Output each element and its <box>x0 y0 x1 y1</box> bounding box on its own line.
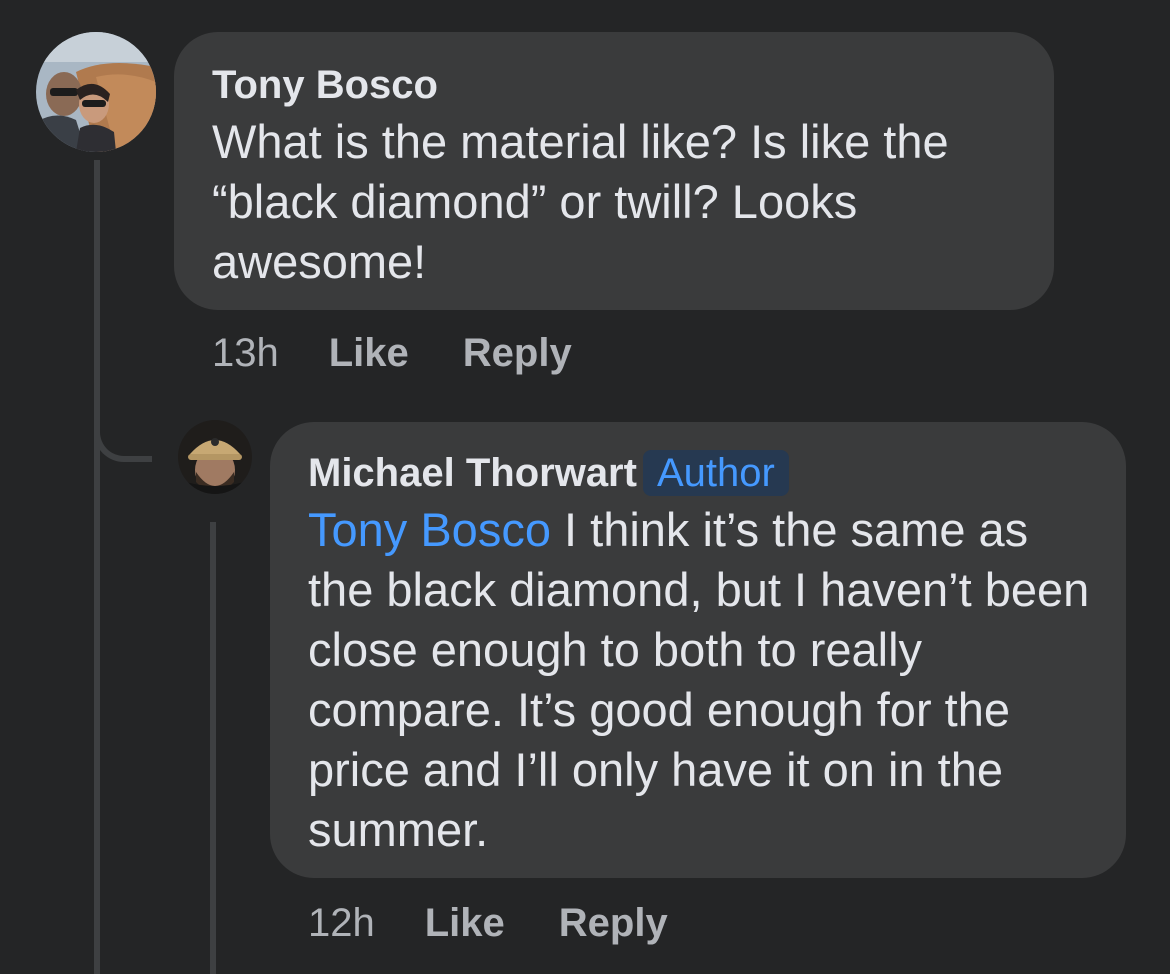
thread-connector-line <box>94 160 100 974</box>
reply-actions: 12h Like Reply <box>308 898 722 948</box>
reply-timestamp[interactable]: 12h <box>308 898 375 948</box>
reply-text-block: Tony Bosco I think it’s the same as the … <box>308 500 1096 860</box>
like-button[interactable]: Like <box>425 898 505 948</box>
avatar-photo-icon <box>178 420 252 494</box>
like-button[interactable]: Like <box>329 328 409 378</box>
comment-actions: 13h Like Reply <box>212 328 626 378</box>
reply-thread-connector-line <box>210 522 216 974</box>
reply-author-line: Michael Thorwart Author <box>308 448 1096 498</box>
comment-bubble: Tony Bosco What is the material like? Is… <box>174 32 1054 310</box>
reply-button[interactable]: Reply <box>463 328 572 378</box>
thread-connector-elbow <box>94 400 152 462</box>
reply-bubble: Michael Thorwart Author Tony Bosco I thin… <box>270 422 1126 878</box>
author-badge: Author <box>642 450 789 496</box>
comment-author-name[interactable]: Tony Bosco <box>212 60 1018 110</box>
mention-link[interactable]: Tony Bosco <box>308 503 551 556</box>
avatar-michael-thorwart[interactable] <box>178 420 252 494</box>
reply-author-name[interactable]: Michael Thorwart <box>308 451 637 495</box>
reply-button[interactable]: Reply <box>559 898 668 948</box>
comment-text: What is the material like? Is like the “… <box>212 115 949 288</box>
avatar-photo-icon <box>36 32 156 152</box>
avatar-tony-bosco[interactable] <box>36 32 156 152</box>
comment-timestamp[interactable]: 13h <box>212 328 279 378</box>
